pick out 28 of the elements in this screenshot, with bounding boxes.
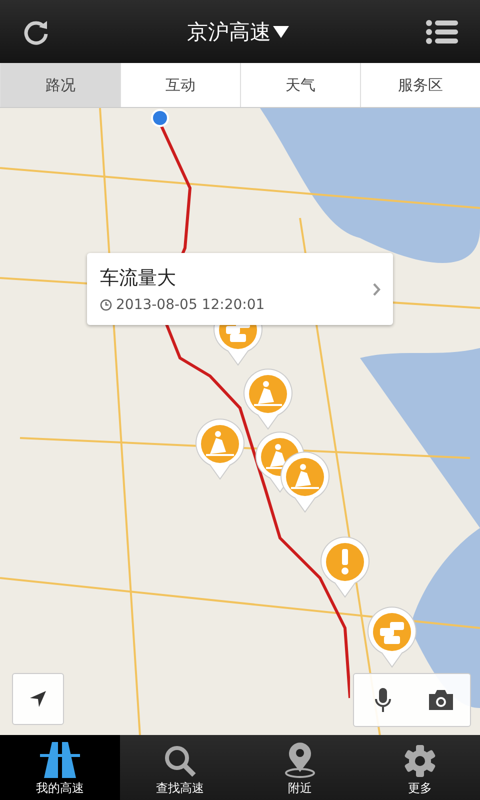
incident-title: 车流量大 bbox=[100, 266, 177, 291]
nav-item[interactable]: 更多 bbox=[360, 735, 480, 800]
settings-icon bbox=[403, 744, 437, 778]
nav-label: 附近 bbox=[288, 780, 312, 797]
camera-icon bbox=[427, 689, 455, 711]
clock-icon bbox=[100, 299, 112, 311]
nav-item[interactable]: 查找高速 bbox=[120, 735, 240, 800]
nav-label: 我的高速 bbox=[36, 780, 84, 797]
chevron-right-icon bbox=[373, 282, 381, 296]
menu-icon[interactable] bbox=[426, 20, 458, 44]
nav-item[interactable]: 附近 bbox=[240, 735, 360, 800]
highway-selector[interactable]: 京沪高速 bbox=[187, 18, 289, 46]
locate-button[interactable] bbox=[12, 673, 64, 725]
nav-label: 查找高速 bbox=[156, 780, 204, 797]
warning-pin[interactable] bbox=[319, 536, 371, 598]
search-icon bbox=[163, 744, 197, 778]
tab[interactable]: 天气 bbox=[240, 63, 360, 107]
tab[interactable]: 互动 bbox=[120, 63, 240, 107]
nav-item[interactable]: 我的高速 bbox=[0, 735, 120, 800]
map-pin-icon bbox=[283, 742, 317, 778]
incident-time: 2013-08-05 12:20:01 bbox=[116, 297, 265, 313]
navigation-arrow-icon bbox=[28, 689, 48, 709]
highway-icon bbox=[38, 742, 82, 778]
nav-label: 更多 bbox=[408, 780, 432, 797]
caret-icon bbox=[273, 26, 289, 38]
tab[interactable]: 路况 bbox=[0, 63, 120, 107]
tab[interactable]: 服务区 bbox=[360, 63, 480, 107]
microphone-icon bbox=[374, 687, 392, 713]
